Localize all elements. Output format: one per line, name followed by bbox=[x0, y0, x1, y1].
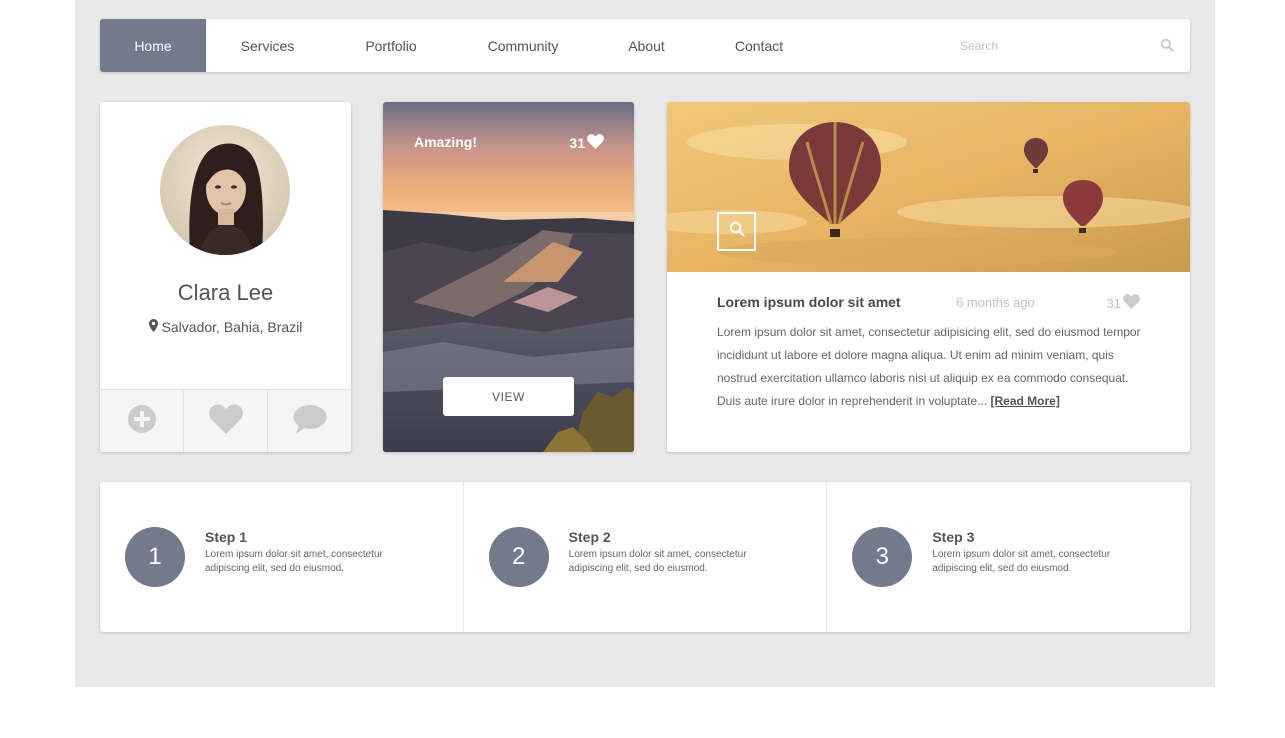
nav-item-community[interactable]: Community bbox=[453, 19, 593, 72]
blog-excerpt: Lorem ipsum dolor sit amet, consectetur … bbox=[717, 321, 1142, 413]
zoom-button[interactable] bbox=[717, 212, 756, 251]
photo-title: Amazing! bbox=[414, 134, 477, 150]
profile-location: Salvador, Bahia, Brazil bbox=[100, 319, 351, 335]
read-more-link[interactable]: [Read More] bbox=[991, 394, 1060, 408]
nav-item-portfolio[interactable]: Portfolio bbox=[329, 19, 453, 72]
heart-icon bbox=[1123, 294, 1140, 312]
blog-title[interactable]: Lorem ipsum dolor sit amet bbox=[717, 294, 901, 310]
search-input[interactable] bbox=[960, 30, 1150, 61]
photo-likes[interactable]: 31 bbox=[569, 134, 604, 152]
profile-actions bbox=[100, 389, 351, 452]
step-description: Lorem ipsum dolor sit amet, consectetur … bbox=[932, 549, 1111, 574]
view-button[interactable]: VIEW bbox=[443, 377, 574, 416]
profile-name: Clara Lee bbox=[177, 280, 274, 305]
step-number-badge: 3 bbox=[852, 527, 913, 587]
step-title: Step 2 bbox=[568, 529, 611, 545]
profile-card: Clara Lee Salvador, Bahia, Brazil bbox=[100, 102, 351, 452]
nav-item-home[interactable]: Home bbox=[100, 19, 206, 72]
steps-panel: 1 Step 1 Lorem ipsum dolor sit amet, con… bbox=[100, 482, 1190, 632]
step-item: 1 Step 1 Lorem ipsum dolor sit amet, con… bbox=[100, 482, 464, 632]
photo-card: Amazing! 31 VIEW bbox=[383, 102, 634, 452]
step-number-badge: 2 bbox=[488, 527, 549, 587]
blog-card: Lorem ipsum dolor sit amet 6 months ago … bbox=[667, 102, 1190, 452]
add-button[interactable] bbox=[100, 390, 184, 452]
step-title: Step 3 bbox=[932, 529, 975, 545]
search-icon bbox=[729, 221, 745, 242]
page-background: Home Services Portfolio Community About … bbox=[75, 0, 1215, 687]
step-item: 3 Step 3 Lorem ipsum dolor sit amet, con… bbox=[827, 482, 1190, 632]
blog-excerpt-text: Lorem ipsum dolor sit amet, consectetur … bbox=[717, 325, 1141, 408]
step-title: Step 1 bbox=[205, 529, 248, 545]
photo-likes-count: 31 bbox=[569, 135, 585, 151]
blog-likes-count: 31 bbox=[1106, 295, 1121, 311]
step-number-badge: 1 bbox=[125, 527, 185, 587]
step-item: 2 Step 2 Lorem ipsum dolor sit amet, con… bbox=[464, 482, 828, 632]
heart-icon bbox=[208, 403, 243, 439]
step-description: Lorem ipsum dolor sit amet, consectetur … bbox=[568, 549, 747, 574]
nav-search bbox=[950, 19, 1190, 72]
heart-icon bbox=[587, 134, 604, 152]
blog-likes[interactable]: 31 bbox=[1107, 294, 1140, 312]
nav-item-services[interactable]: Services bbox=[206, 19, 329, 72]
comment-icon bbox=[293, 404, 327, 439]
plus-circle-icon bbox=[127, 404, 156, 438]
step-description: Lorem ipsum dolor sit amet, consectetur … bbox=[205, 549, 383, 574]
map-marker-icon bbox=[148, 319, 158, 335]
comment-button[interactable] bbox=[268, 390, 351, 452]
top-navbar: Home Services Portfolio Community About … bbox=[100, 19, 1190, 72]
search-icon[interactable] bbox=[1160, 38, 1176, 54]
blog-time: 6 months ago bbox=[956, 295, 1035, 310]
like-button[interactable] bbox=[184, 390, 268, 452]
nav-item-contact[interactable]: Contact bbox=[700, 19, 818, 72]
avatar[interactable] bbox=[160, 125, 290, 255]
nav-item-about[interactable]: About bbox=[593, 19, 700, 72]
profile-location-text: Salvador, Bahia, Brazil bbox=[161, 319, 303, 335]
